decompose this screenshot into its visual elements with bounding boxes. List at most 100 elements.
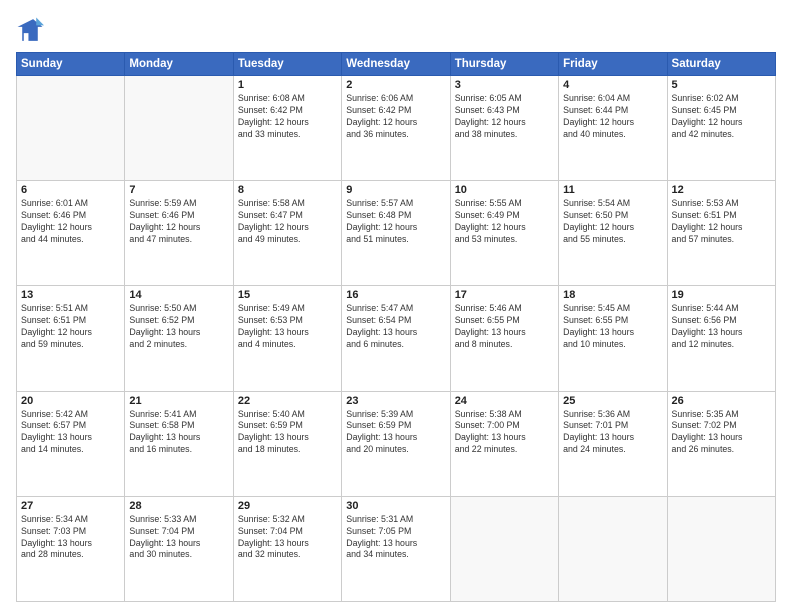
day-info: Sunrise: 5:51 AM Sunset: 6:51 PM Dayligh… (21, 303, 120, 351)
calendar-cell: 20 Sunrise: 5:42 AM Sunset: 6:57 PM Dayli… (17, 391, 125, 496)
calendar-cell (125, 76, 233, 181)
day-number: 15 (238, 289, 337, 301)
weekday-header-friday: Friday (559, 53, 667, 76)
day-info: Sunrise: 6:04 AM Sunset: 6:44 PM Dayligh… (563, 93, 662, 141)
week-row-3: 20 Sunrise: 5:42 AM Sunset: 6:57 PM Dayli… (17, 391, 776, 496)
day-info: Sunrise: 5:42 AM Sunset: 6:57 PM Dayligh… (21, 409, 120, 457)
calendar-cell: 22 Sunrise: 5:40 AM Sunset: 6:59 PM Dayli… (233, 391, 341, 496)
calendar-cell: 26 Sunrise: 5:35 AM Sunset: 7:02 PM Dayli… (667, 391, 775, 496)
weekday-header-sunday: Sunday (17, 53, 125, 76)
day-number: 20 (21, 395, 120, 407)
day-info: Sunrise: 5:55 AM Sunset: 6:49 PM Dayligh… (455, 198, 554, 246)
calendar-cell: 19 Sunrise: 5:44 AM Sunset: 6:56 PM Dayli… (667, 286, 775, 391)
calendar-cell: 18 Sunrise: 5:45 AM Sunset: 6:55 PM Dayli… (559, 286, 667, 391)
calendar-cell: 29 Sunrise: 5:32 AM Sunset: 7:04 PM Dayli… (233, 496, 341, 601)
day-number: 24 (455, 395, 554, 407)
day-info: Sunrise: 5:47 AM Sunset: 6:54 PM Dayligh… (346, 303, 445, 351)
calendar-cell: 21Sunrise: 5:41 AM Sunset: 6:58 PM Dayli… (125, 391, 233, 496)
week-row-1: 6Sunrise: 6:01 AM Sunset: 6:46 PM Daylig… (17, 181, 776, 286)
calendar-cell (667, 496, 775, 601)
calendar-cell: 8 Sunrise: 5:58 AM Sunset: 6:47 PM Daylig… (233, 181, 341, 286)
calendar-cell (450, 496, 558, 601)
day-number: 27 (21, 500, 120, 512)
day-number: 26 (672, 395, 771, 407)
calendar-cell: 17 Sunrise: 5:46 AM Sunset: 6:55 PM Dayli… (450, 286, 558, 391)
day-info: Sunrise: 6:05 AM Sunset: 6:43 PM Dayligh… (455, 93, 554, 141)
calendar-cell: 28Sunrise: 5:33 AM Sunset: 7:04 PM Dayli… (125, 496, 233, 601)
logo (16, 16, 48, 44)
day-info: Sunrise: 5:59 AM Sunset: 6:46 PM Dayligh… (129, 198, 228, 246)
day-number: 18 (563, 289, 662, 301)
day-number: 22 (238, 395, 337, 407)
day-number: 7 (129, 184, 228, 196)
day-info: Sunrise: 5:49 AM Sunset: 6:53 PM Dayligh… (238, 303, 337, 351)
calendar-cell: 4 Sunrise: 6:04 AM Sunset: 6:44 PM Daylig… (559, 76, 667, 181)
day-number: 8 (238, 184, 337, 196)
logo-icon (16, 16, 44, 44)
calendar-cell (559, 496, 667, 601)
day-number: 17 (455, 289, 554, 301)
day-number: 2 (346, 79, 445, 91)
calendar-cell: 10 Sunrise: 5:55 AM Sunset: 6:49 PM Dayli… (450, 181, 558, 286)
day-number: 9 (346, 184, 445, 196)
day-number: 4 (563, 79, 662, 91)
day-info: Sunrise: 5:32 AM Sunset: 7:04 PM Dayligh… (238, 514, 337, 562)
day-number: 19 (672, 289, 771, 301)
calendar-cell: 1 Sunrise: 6:08 AM Sunset: 6:42 PM Daylig… (233, 76, 341, 181)
calendar-cell: 3 Sunrise: 6:05 AM Sunset: 6:43 PM Daylig… (450, 76, 558, 181)
day-number: 30 (346, 500, 445, 512)
calendar-cell: 6Sunrise: 6:01 AM Sunset: 6:46 PM Daylig… (17, 181, 125, 286)
day-info: Sunrise: 5:31 AM Sunset: 7:05 PM Dayligh… (346, 514, 445, 562)
day-number: 23 (346, 395, 445, 407)
calendar-cell: 7 Sunrise: 5:59 AM Sunset: 6:46 PM Daylig… (125, 181, 233, 286)
day-info: Sunrise: 5:34 AM Sunset: 7:03 PM Dayligh… (21, 514, 120, 562)
day-number: 13 (21, 289, 120, 301)
day-number: 29 (238, 500, 337, 512)
day-info: Sunrise: 5:35 AM Sunset: 7:02 PM Dayligh… (672, 409, 771, 457)
day-info: Sunrise: 5:38 AM Sunset: 7:00 PM Dayligh… (455, 409, 554, 457)
day-number: 16 (346, 289, 445, 301)
day-number: 25 (563, 395, 662, 407)
calendar-cell: 15 Sunrise: 5:49 AM Sunset: 6:53 PM Dayli… (233, 286, 341, 391)
day-info: Sunrise: 6:02 AM Sunset: 6:45 PM Dayligh… (672, 93, 771, 141)
header (16, 16, 776, 44)
day-info: Sunrise: 5:45 AM Sunset: 6:55 PM Dayligh… (563, 303, 662, 351)
day-number: 12 (672, 184, 771, 196)
day-info: Sunrise: 6:01 AM Sunset: 6:46 PM Dayligh… (21, 198, 120, 246)
day-info: Sunrise: 5:46 AM Sunset: 6:55 PM Dayligh… (455, 303, 554, 351)
day-info: Sunrise: 5:40 AM Sunset: 6:59 PM Dayligh… (238, 409, 337, 457)
day-info: Sunrise: 5:58 AM Sunset: 6:47 PM Dayligh… (238, 198, 337, 246)
day-info: Sunrise: 5:44 AM Sunset: 6:56 PM Dayligh… (672, 303, 771, 351)
calendar-cell: 12 Sunrise: 5:53 AM Sunset: 6:51 PM Dayli… (667, 181, 775, 286)
page: SundayMondayTuesdayWednesdayThursdayFrid… (0, 0, 792, 612)
weekday-header-wednesday: Wednesday (342, 53, 450, 76)
day-info: Sunrise: 6:06 AM Sunset: 6:42 PM Dayligh… (346, 93, 445, 141)
calendar-cell: 27 Sunrise: 5:34 AM Sunset: 7:03 PM Dayli… (17, 496, 125, 601)
calendar-cell: 30 Sunrise: 5:31 AM Sunset: 7:05 PM Dayli… (342, 496, 450, 601)
calendar-cell: 9 Sunrise: 5:57 AM Sunset: 6:48 PM Daylig… (342, 181, 450, 286)
day-info: Sunrise: 5:36 AM Sunset: 7:01 PM Dayligh… (563, 409, 662, 457)
day-number: 10 (455, 184, 554, 196)
calendar-cell: 16 Sunrise: 5:47 AM Sunset: 6:54 PM Dayli… (342, 286, 450, 391)
day-info: Sunrise: 5:54 AM Sunset: 6:50 PM Dayligh… (563, 198, 662, 246)
calendar-cell (17, 76, 125, 181)
calendar-cell: 11 Sunrise: 5:54 AM Sunset: 6:50 PM Dayli… (559, 181, 667, 286)
weekday-header-thursday: Thursday (450, 53, 558, 76)
weekday-header-row: SundayMondayTuesdayWednesdayThursdayFrid… (17, 53, 776, 76)
calendar-cell: 25 Sunrise: 5:36 AM Sunset: 7:01 PM Dayli… (559, 391, 667, 496)
calendar: SundayMondayTuesdayWednesdayThursdayFrid… (16, 52, 776, 602)
calendar-cell: 5Sunrise: 6:02 AM Sunset: 6:45 PM Daylig… (667, 76, 775, 181)
day-info: Sunrise: 5:57 AM Sunset: 6:48 PM Dayligh… (346, 198, 445, 246)
week-row-2: 13 Sunrise: 5:51 AM Sunset: 6:51 PM Dayli… (17, 286, 776, 391)
day-info: Sunrise: 5:50 AM Sunset: 6:52 PM Dayligh… (129, 303, 228, 351)
weekday-header-monday: Monday (125, 53, 233, 76)
day-info: Sunrise: 6:08 AM Sunset: 6:42 PM Dayligh… (238, 93, 337, 141)
day-info: Sunrise: 5:53 AM Sunset: 6:51 PM Dayligh… (672, 198, 771, 246)
day-info: Sunrise: 5:39 AM Sunset: 6:59 PM Dayligh… (346, 409, 445, 457)
week-row-0: 1 Sunrise: 6:08 AM Sunset: 6:42 PM Daylig… (17, 76, 776, 181)
day-number: 21 (129, 395, 228, 407)
day-number: 11 (563, 184, 662, 196)
day-number: 1 (238, 79, 337, 91)
weekday-header-tuesday: Tuesday (233, 53, 341, 76)
day-number: 3 (455, 79, 554, 91)
